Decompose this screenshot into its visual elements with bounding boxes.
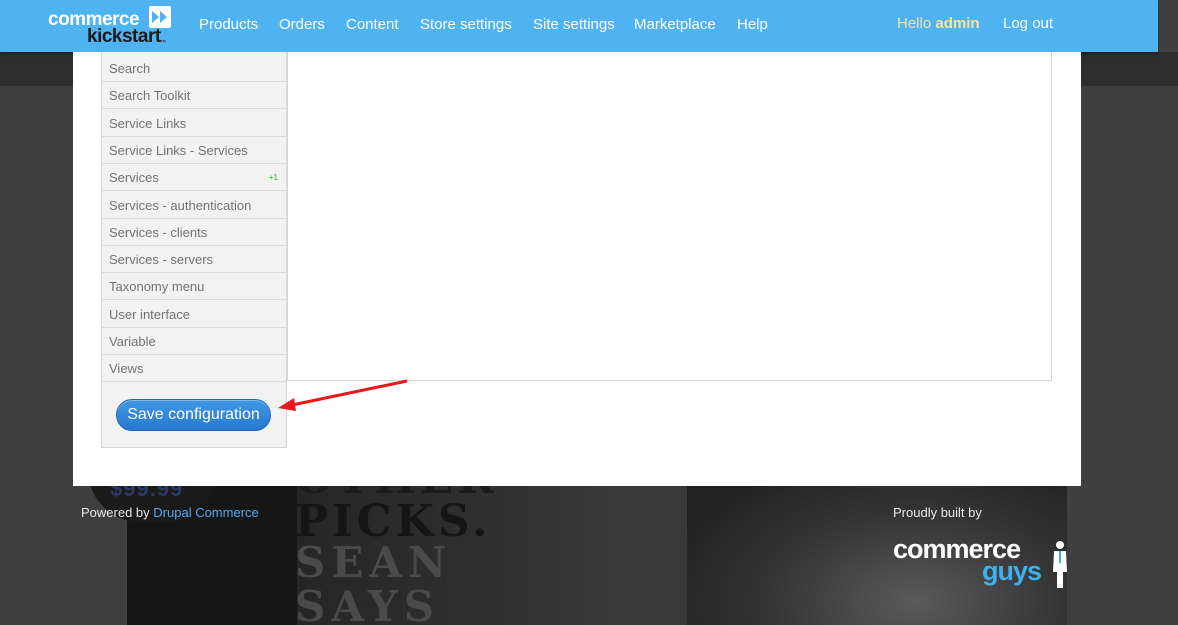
- nav-products[interactable]: Products: [199, 16, 258, 33]
- logo-trademark: ™: [160, 40, 166, 46]
- vtab-label: Taxonomy menu: [109, 279, 205, 294]
- admin-toolbar: commerce kickstart ™ Products Orders Con…: [0, 0, 1158, 52]
- vtab-user-interface[interactable]: User interface: [102, 301, 286, 328]
- logout-link[interactable]: Log out: [1003, 15, 1053, 32]
- vtab-views[interactable]: Views: [102, 355, 286, 382]
- vtab-search[interactable]: Search: [102, 55, 286, 82]
- commerce-guys-logo[interactable]: commerce guys: [893, 534, 1073, 590]
- vtab-label: Services - clients: [109, 225, 208, 240]
- nav-site-settings[interactable]: Site settings: [533, 16, 615, 33]
- vtab-services-authentication[interactable]: Services - authentication: [102, 192, 286, 219]
- vtab-label: Views: [109, 361, 144, 376]
- vtab-taxonomy-menu[interactable]: Taxonomy menu: [102, 273, 286, 300]
- vtab-label: Services - authentication: [109, 198, 252, 213]
- vtab-service-links-services[interactable]: Service Links - Services: [102, 137, 286, 164]
- vertical-tabs-list: Search Search Toolkit Service Links Serv…: [101, 52, 287, 448]
- powered-by: Powered by Drupal Commerce: [81, 505, 259, 520]
- poster-line-2: SEAN: [295, 538, 453, 587]
- user-greeting: Hello admin: [897, 15, 980, 32]
- logo-word-kickstart: kickstart: [87, 26, 161, 47]
- nav-orders[interactable]: Orders: [279, 16, 325, 33]
- vtab-label: Search: [109, 61, 151, 76]
- nav-marketplace[interactable]: Marketplace: [634, 16, 716, 33]
- vtab-label: Service Links: [109, 116, 187, 131]
- vtab-label: Services: [109, 170, 159, 185]
- vtab-label: Services - servers: [109, 252, 214, 267]
- vtab-label: Variable: [109, 334, 156, 349]
- proudly-built-by: Proudly built by: [893, 505, 982, 520]
- vtab-service-links[interactable]: Service Links: [102, 110, 286, 137]
- vtab-search-toolkit[interactable]: Search Toolkit: [102, 82, 286, 109]
- powered-prefix: Powered by: [81, 505, 150, 520]
- vertical-tab-pane: [287, 52, 1052, 381]
- nav-help[interactable]: Help: [737, 16, 768, 33]
- vtab-label: Search Toolkit: [109, 88, 191, 103]
- poster-line-3: SAYS: [295, 582, 441, 625]
- greeting-prefix: Hello: [897, 15, 932, 32]
- username-link[interactable]: admin: [935, 15, 979, 32]
- fast-forward-icon: [149, 6, 171, 28]
- vtab-services-servers[interactable]: Services - servers: [102, 246, 286, 273]
- vtab-label: Service Links - Services: [109, 143, 248, 158]
- drupal-commerce-link[interactable]: Drupal Commerce: [153, 505, 258, 520]
- vtab-services-clients[interactable]: Services - clients: [102, 219, 286, 246]
- commerce-kickstart-logo[interactable]: commerce kickstart ™: [48, 6, 178, 48]
- businessman-icon: [1053, 541, 1067, 588]
- vtab-variable[interactable]: Variable: [102, 328, 286, 355]
- nav-store-settings[interactable]: Store settings: [420, 16, 512, 33]
- red-arrow-annotation: [278, 379, 408, 411]
- nav-content[interactable]: Content: [346, 16, 399, 33]
- vtab-badge: +1: [268, 173, 278, 182]
- save-configuration-button[interactable]: Save configuration: [116, 399, 271, 431]
- vtab-label: User interface: [109, 307, 190, 322]
- vtab-services[interactable]: Services +1: [102, 164, 286, 191]
- cg-word-guys: guys: [982, 556, 1042, 586]
